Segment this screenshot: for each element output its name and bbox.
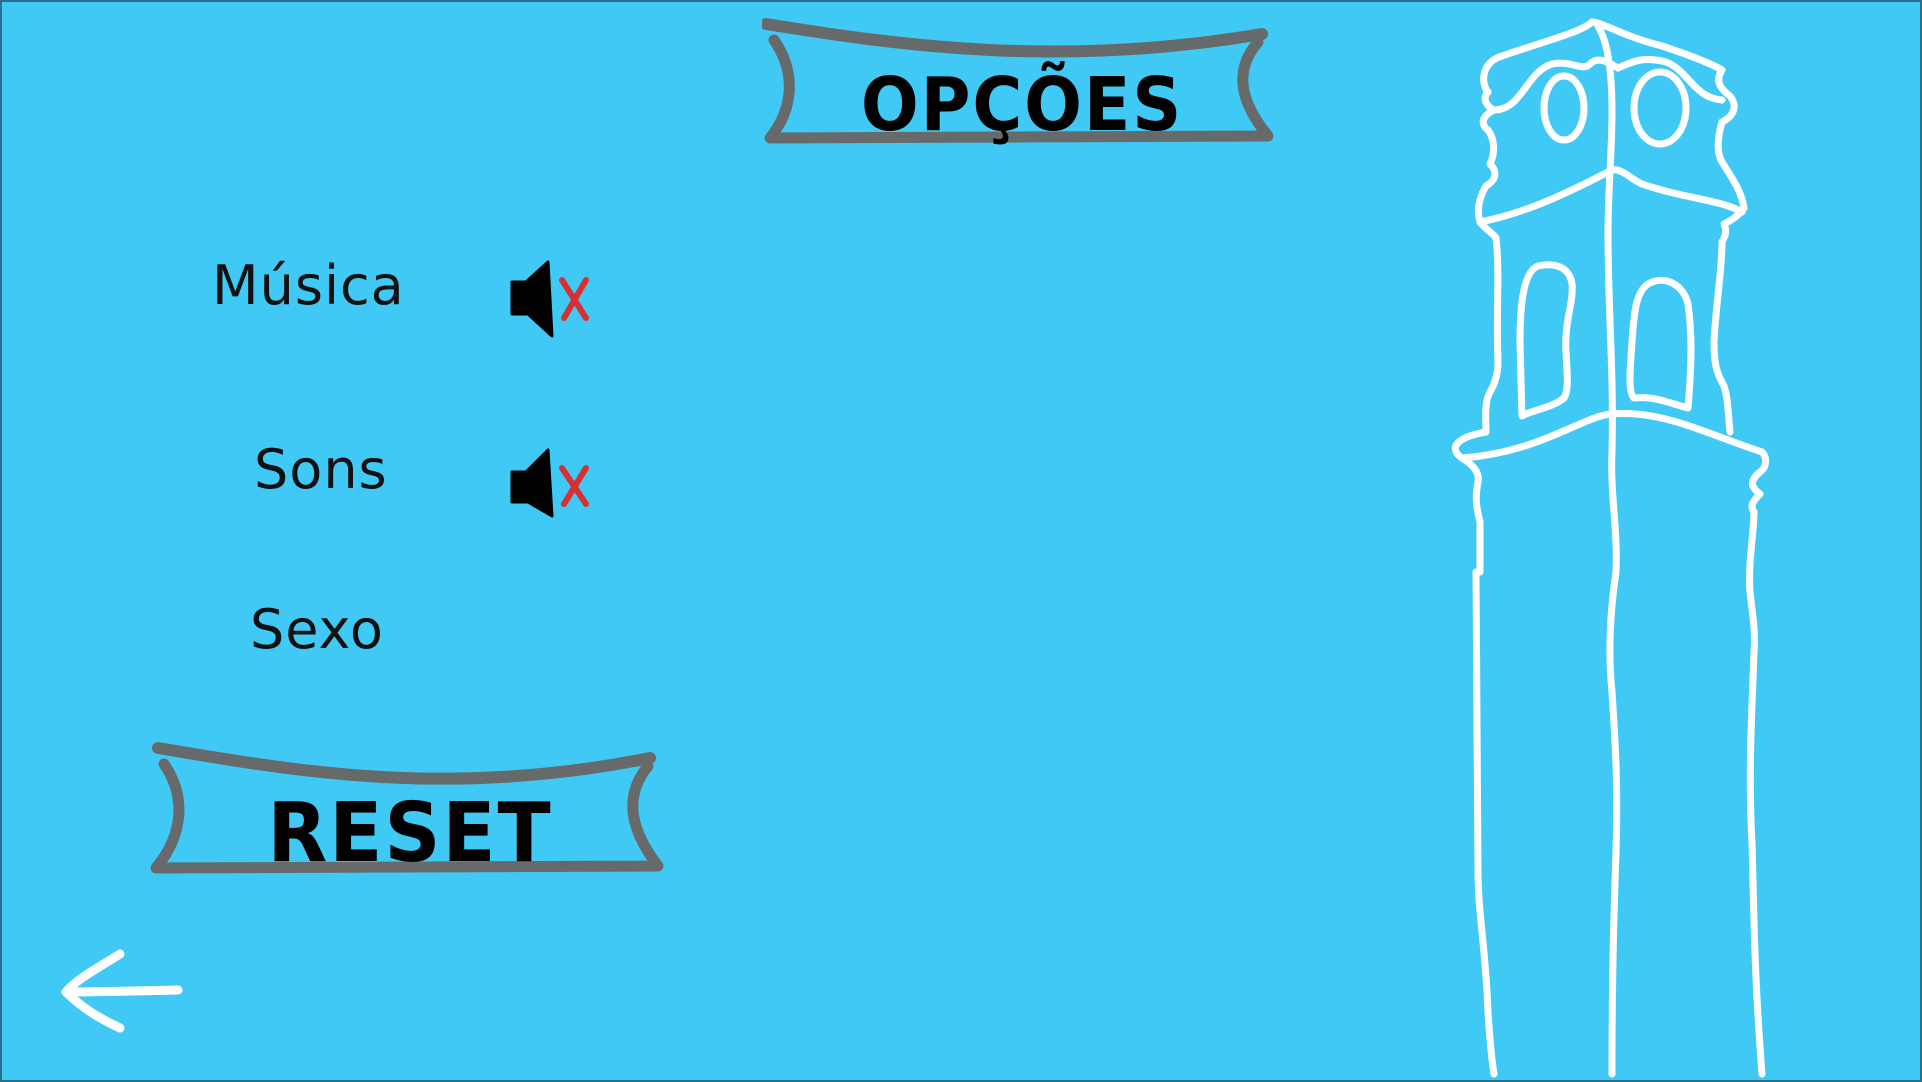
reset-button[interactable]: RESET (150, 740, 670, 881)
title-banner: OPÇÕES (762, 16, 1282, 156)
speaker-muted-icon (510, 448, 589, 518)
speaker-muted-icon (510, 260, 589, 338)
sounds-toggle-button[interactable] (508, 446, 598, 526)
options-screen: OPÇÕES Música Sons Sexo RESET (0, 0, 1922, 1082)
back-button[interactable] (58, 946, 188, 1036)
music-label: Música (212, 254, 405, 317)
reset-label: RESET (267, 786, 553, 881)
arrow-left-icon (61, 949, 183, 1033)
gender-label[interactable]: Sexo (250, 598, 384, 662)
page-title: OPÇÕES (860, 62, 1184, 148)
music-toggle-button[interactable] (508, 258, 598, 338)
sounds-label: Sons (254, 438, 388, 501)
clock-tower-icon (1451, 18, 1770, 1078)
